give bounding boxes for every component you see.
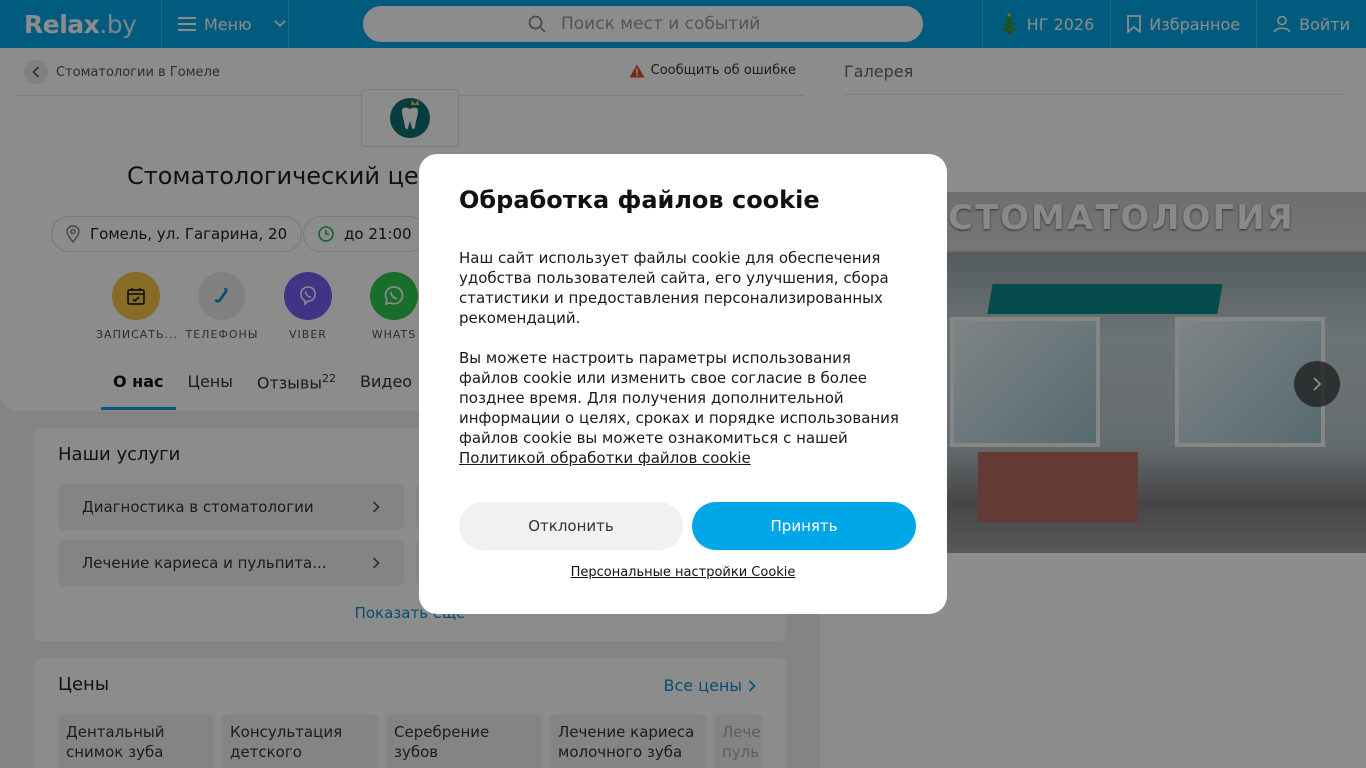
- cookie-buttons: Отклонить Принять: [459, 502, 916, 550]
- cookie-policy-link[interactable]: Политикой обработки файлов cookie: [459, 449, 751, 467]
- decline-button[interactable]: Отклонить: [459, 502, 683, 550]
- cookie-paragraph-1: Наш сайт использует файлы cookie для обе…: [459, 249, 889, 327]
- cookie-dialog-title: Обработка файлов cookie: [459, 186, 820, 214]
- cookie-dialog-text: Наш сайт использует файлы cookie для обе…: [459, 248, 907, 468]
- cookie-paragraph-2-text: Вы можете настроить параметры использова…: [459, 349, 899, 447]
- cookie-dialog: Обработка файлов cookie Наш сайт использ…: [419, 154, 947, 614]
- cookie-paragraph-2: Вы можете настроить параметры использова…: [459, 348, 907, 468]
- accept-button[interactable]: Принять: [692, 502, 916, 550]
- cookie-personal-settings-link[interactable]: Персональные настройки Cookie: [419, 565, 947, 580]
